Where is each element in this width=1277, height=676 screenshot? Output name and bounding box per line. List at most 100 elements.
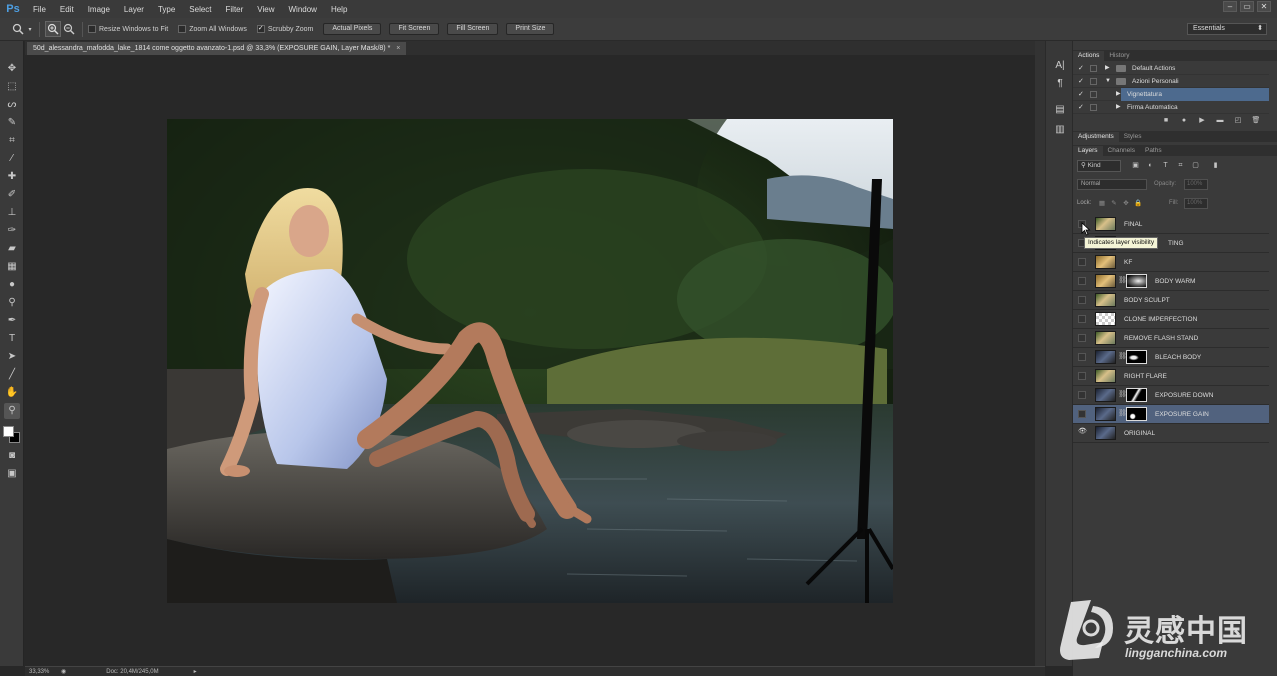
pixel-filter-icon[interactable]: ▣	[1131, 161, 1140, 170]
type-tool-icon[interactable]: T	[4, 331, 20, 347]
properties-panel-icon[interactable]: ▤	[1053, 103, 1067, 117]
hand-tool-icon[interactable]: ✋	[4, 385, 20, 401]
visibility-toggle[interactable]	[1078, 391, 1086, 399]
menu-help[interactable]: Help	[324, 5, 354, 14]
menu-edit[interactable]: Edit	[53, 5, 81, 14]
layer-name[interactable]: KF	[1124, 253, 1132, 272]
action-check[interactable]: ✓	[1078, 104, 1085, 111]
filter-kind-select[interactable]: ⚲ Kind	[1077, 160, 1121, 172]
status-info-icon[interactable]: ◉	[61, 668, 66, 675]
checkbox-box[interactable]	[88, 25, 96, 33]
checkbox-box[interactable]	[178, 25, 187, 33]
pen-tool-icon[interactable]: ✒	[4, 313, 20, 329]
eyedropper-tool-icon[interactable]: ⁄	[4, 151, 20, 167]
layer-name[interactable]: TING	[1168, 234, 1184, 253]
zoom-tool-preset-icon[interactable]	[10, 21, 26, 37]
layer-name[interactable]: REMOVE FLASH STAND	[1124, 329, 1198, 348]
visibility-toggle[interactable]	[1078, 353, 1086, 361]
layer-exposure-down[interactable]: ⛓ EXPOSURE DOWN	[1073, 386, 1269, 405]
menu-file[interactable]: File	[26, 5, 53, 14]
workspace-select[interactable]: Essentials ⬍	[1187, 23, 1267, 35]
zoom-all-windows-checkbox[interactable]: Zoom All Windows	[178, 25, 247, 33]
canvas-vertical-scrollbar[interactable]	[1035, 41, 1045, 666]
zoom-level[interactable]: 33,33%	[25, 669, 55, 675]
layer-name[interactable]: BODY WARM	[1155, 272, 1195, 291]
eraser-tool-icon[interactable]: ▰	[4, 241, 20, 257]
history-brush-tool-icon[interactable]: ✑	[4, 223, 20, 239]
scrubby-zoom-checkbox[interactable]: ✓ Scrubby Zoom	[256, 25, 313, 33]
visibility-toggle[interactable]	[1078, 258, 1086, 266]
healing-brush-tool-icon[interactable]: ✚	[4, 169, 20, 185]
lasso-tool-icon[interactable]: ᔕ	[4, 97, 20, 113]
character-panel-icon[interactable]: A|	[1053, 59, 1067, 73]
menu-layer[interactable]: Layer	[117, 5, 151, 14]
trash-icon[interactable]: 🗑	[1251, 116, 1261, 126]
canvas-area[interactable]	[25, 55, 1035, 666]
paragraph-panel-icon[interactable]: ¶	[1053, 77, 1067, 91]
blend-mode-select[interactable]: Normal	[1077, 179, 1147, 190]
layer-name[interactable]: CLONE IMPERFECTION	[1124, 310, 1197, 329]
zoom-in-icon[interactable]	[45, 21, 61, 37]
crop-tool-icon[interactable]: ⌗	[4, 133, 20, 149]
new-action-icon[interactable]: ◰	[1233, 116, 1243, 126]
lock-position-icon[interactable]: ✥	[1122, 199, 1130, 208]
layer-bleach-body[interactable]: ⛓ BLEACH BODY	[1073, 348, 1269, 367]
layer-remove-flash-stand[interactable]: REMOVE FLASH STAND	[1073, 329, 1269, 348]
action-check[interactable]: ✓	[1078, 65, 1085, 72]
minimize-button[interactable]: –	[1223, 1, 1237, 12]
tab-history[interactable]: History	[1104, 51, 1134, 61]
visibility-toggle[interactable]	[1078, 296, 1086, 304]
layer-right-flare[interactable]: RIGHT FLARE	[1073, 367, 1269, 386]
zoom-tool-icon[interactable]: ⚲	[4, 403, 20, 419]
tab-adjustments[interactable]: Adjustments	[1073, 132, 1119, 142]
adjustment-filter-icon[interactable]: ◐	[1146, 161, 1155, 170]
record-icon[interactable]: ●	[1179, 116, 1189, 126]
zoom-out-icon[interactable]	[61, 21, 77, 37]
type-filter-icon[interactable]: T	[1161, 161, 1170, 170]
tab-channels[interactable]: Channels	[1103, 146, 1140, 156]
lock-all-icon[interactable]: 🔒	[1134, 199, 1142, 208]
close-tab-icon[interactable]: ×	[396, 45, 400, 52]
document-image[interactable]	[167, 119, 893, 603]
tab-layers[interactable]: Layers	[1073, 146, 1103, 156]
layer-original[interactable]: 👁 ORIGINAL	[1073, 424, 1269, 443]
layer-name[interactable]: BLEACH BODY	[1155, 348, 1201, 367]
play-icon[interactable]: ▶	[1197, 116, 1207, 126]
brush-tool-icon[interactable]: ✐	[4, 187, 20, 203]
layer-clone-imperfection[interactable]: CLONE IMPERFECTION	[1073, 310, 1269, 329]
quick-mask-icon[interactable]: ◙	[4, 448, 20, 464]
action-vignettatura[interactable]: ✓ ▶ Vignettatura	[1073, 88, 1269, 101]
menu-filter[interactable]: Filter	[219, 5, 251, 14]
visibility-toggle[interactable]	[1078, 372, 1086, 380]
dialog-toggle[interactable]	[1090, 65, 1097, 72]
filter-toggle-icon[interactable]: ▮	[1211, 161, 1220, 170]
checkbox-box-checked[interactable]: ✓	[256, 25, 265, 33]
document-tab[interactable]: 50d_alessandra_mafodda_lake_1814 come og…	[27, 42, 407, 55]
action-firma[interactable]: ✓ ▶ Firma Automatica	[1073, 101, 1269, 114]
path-selection-tool-icon[interactable]: ➤	[4, 349, 20, 365]
action-check[interactable]: ✓	[1078, 78, 1085, 85]
layer-body-sculpt[interactable]: BODY SCULPT	[1073, 291, 1269, 310]
marquee-tool-icon[interactable]: ⬚	[4, 79, 20, 95]
dodge-tool-icon[interactable]: ⚲	[4, 295, 20, 311]
shape-filter-icon[interactable]: ⌗	[1176, 161, 1185, 170]
visibility-toggle[interactable]	[1078, 277, 1086, 285]
line-tool-icon[interactable]: ╱	[4, 367, 20, 383]
tab-actions[interactable]: Actions	[1073, 51, 1105, 61]
dialog-toggle[interactable]	[1090, 91, 1097, 98]
eye-icon[interactable]: 👁	[1078, 428, 1087, 437]
foreground-color-swatch[interactable]	[3, 426, 14, 437]
layer-name[interactable]: EXPOSURE GAIN	[1155, 405, 1209, 424]
chevron-down-icon[interactable]: ▼	[1105, 75, 1111, 88]
dialog-toggle[interactable]	[1090, 78, 1097, 85]
screen-mode-icon[interactable]: ▣	[4, 466, 20, 482]
chevron-down-icon[interactable]: ▾	[26, 21, 34, 37]
layer-exposure-gain[interactable]: ⛓ EXPOSURE GAIN	[1073, 405, 1269, 424]
layer-name[interactable]: FINAL	[1124, 215, 1142, 234]
actual-pixels-button[interactable]: Actual Pixels	[323, 23, 382, 35]
layer-name[interactable]: ORIGINAL	[1124, 424, 1155, 443]
layer-mask-thumbnail[interactable]	[1126, 388, 1147, 402]
menu-type[interactable]: Type	[151, 5, 182, 14]
notes-panel-icon[interactable]: ▥	[1053, 123, 1067, 137]
maximize-button[interactable]: ▭	[1240, 1, 1254, 12]
